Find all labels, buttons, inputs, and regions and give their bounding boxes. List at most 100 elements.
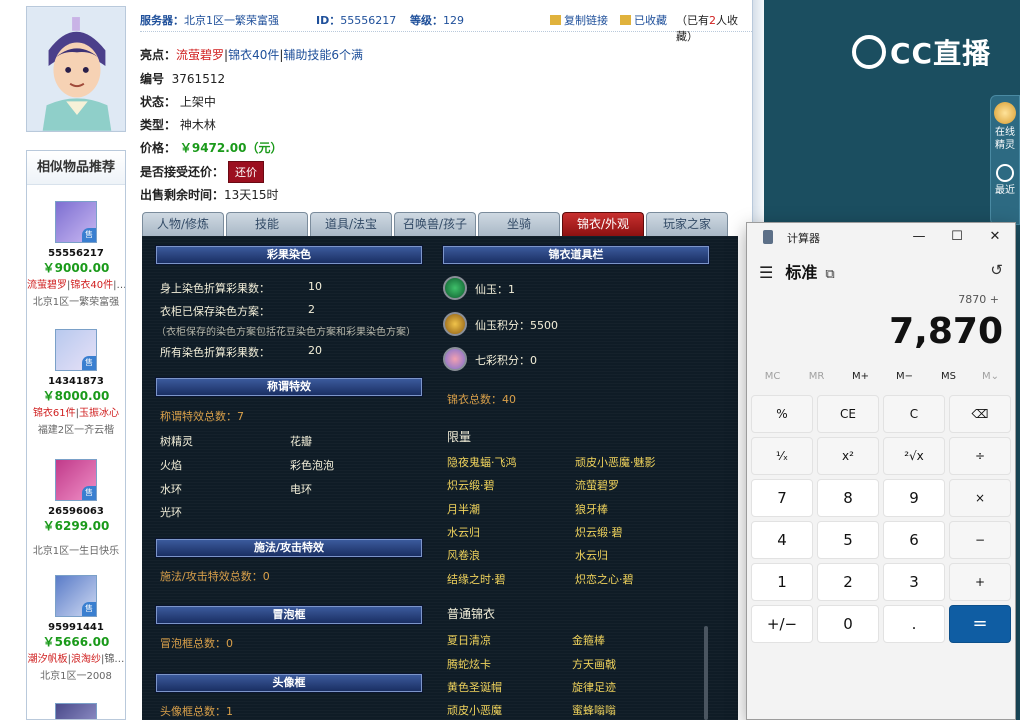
normal-outfit: 金箍棒 (572, 634, 605, 647)
digit-3-key[interactable]: 3 (883, 563, 945, 601)
digit-7-key[interactable]: 7 (751, 479, 813, 517)
digit-9-key[interactable]: 9 (883, 479, 945, 517)
keep-on-top-icon[interactable]: ⧉ (825, 267, 834, 282)
digit-6-key[interactable]: 6 (883, 521, 945, 559)
clock-icon[interactable] (996, 164, 1014, 182)
highlights-row: 亮点：流萤碧罗|锦衣40件|辅助技能6个满 (140, 48, 364, 62)
normal-outfit: 蜜蜂嗡嗡 (572, 704, 616, 717)
star-folder-icon (620, 15, 631, 25)
side-sprite-label[interactable]: 在线精灵 (993, 126, 1017, 152)
negate-key[interactable]: +/− (751, 605, 813, 643)
sprite-icon[interactable] (994, 102, 1016, 124)
dye-1-value: 10 (308, 280, 322, 293)
similar-item-price: ￥5666.00 (42, 635, 110, 649)
type-row: 类型： 神木林 (140, 118, 216, 132)
reciprocal-key[interactable]: ¹⁄ₓ (751, 437, 813, 475)
tab-summons[interactable]: 召唤兽/孩子 (394, 212, 476, 236)
calculator-title: 计算器 (787, 232, 820, 245)
digit-5-key[interactable]: 5 (817, 521, 879, 559)
digit-8-key[interactable]: 8 (817, 479, 879, 517)
memory-store-button[interactable]: MS (927, 371, 970, 382)
similar-item-price: ￥9000.00 (42, 261, 110, 275)
memory-clear-button[interactable]: MC (751, 371, 794, 382)
tab-outfits[interactable]: 锦衣/外观 (562, 212, 644, 236)
tab-items[interactable]: 道具/法宝 (310, 212, 392, 236)
character-avatar (26, 6, 126, 132)
level-info: 等级：129 (410, 14, 464, 27)
similar-item-thumbnail[interactable]: 售 (55, 459, 97, 501)
rainbow-icon (443, 347, 467, 371)
jade-count: 仙玉：1 (475, 283, 515, 296)
section-cast-effect-title: 施法/攻击特效 (156, 539, 422, 557)
sell-badge: 售 (82, 356, 96, 370)
calculator-window: 计算器 — ☐ ✕ ☰ 标准 ⧉ ↺ 7870 + 7,870 MC MR M+ M… (746, 222, 1016, 720)
backspace-key[interactable]: ⌫ (949, 395, 1011, 433)
digit-0-key[interactable]: 0 (817, 605, 879, 643)
menu-icon[interactable]: ☰ (759, 263, 773, 282)
avatar-frame-total: 头像框总数：1 (160, 705, 233, 718)
similar-item[interactable]: 售 14341873 ￥8000.00 锦衣61件|玉振冰心 福建2区一齐云楷 (27, 329, 125, 436)
minus-key[interactable]: − (949, 521, 1011, 559)
bargain-button[interactable]: 还价 (228, 161, 265, 183)
similar-item[interactable]: 售 26596063 ￥6299.00 北京1区一生日快乐 (27, 459, 125, 557)
digit-4-key[interactable]: 4 (751, 521, 813, 559)
similar-item-thumbnail[interactable]: 售 (55, 201, 97, 243)
similar-item-id: 95991441 (48, 622, 104, 633)
digit-2-key[interactable]: 2 (817, 563, 879, 601)
sell-badge: 售 (82, 602, 96, 616)
similar-item-tags: 潮汐帆板|浪淘纱|锦… (27, 654, 125, 665)
stream-side-toolbar[interactable]: 在线精灵 最近 (990, 95, 1020, 225)
limited-outfit: 隐夜鬼蝠·飞鸿 (447, 456, 517, 469)
plus-key[interactable]: + (949, 563, 1011, 601)
maximize-button[interactable]: ☐ (943, 227, 971, 247)
normal-outfit: 夏日清凉 (447, 634, 491, 647)
multiply-key[interactable]: × (949, 479, 1011, 517)
history-icon[interactable]: ↺ (990, 261, 1003, 279)
divide-key[interactable]: ÷ (949, 437, 1011, 475)
normal-outfit: 顽皮小恶魔 (447, 704, 502, 717)
tab-player-home[interactable]: 玩家之家 (646, 212, 728, 236)
square-key[interactable]: x² (817, 437, 879, 475)
favorite-button[interactable]: 已收藏 (620, 12, 667, 28)
clear-entry-key[interactable]: CE (817, 395, 879, 433)
percent-key[interactable]: % (751, 395, 813, 433)
bargain-row: 是否接受还价： 还价 (140, 161, 265, 183)
dye-3-value: 20 (308, 344, 322, 357)
memory-recall-button[interactable]: MR (795, 371, 838, 382)
similar-item-thumbnail[interactable]: 售 (55, 329, 97, 371)
similar-items-title: 相似物品推荐 (27, 151, 125, 185)
jade-points: 仙玉积分：5500 (475, 319, 558, 332)
tab-mounts[interactable]: 坐骑 (478, 212, 560, 236)
title-effect-item: 电环 (290, 483, 312, 496)
similar-item[interactable] (27, 703, 125, 719)
copy-link-button[interactable]: 复制链接 (550, 12, 608, 28)
memory-add-button[interactable]: M+ (839, 371, 882, 382)
title-effect-total: 称谓特效总数：7 (160, 410, 244, 423)
similar-item[interactable]: 售 95991441 ￥5666.00 潮汐帆板|浪淘纱|锦… 北京1区一200… (27, 575, 125, 682)
decimal-key[interactable]: . (883, 605, 945, 643)
tab-skills[interactable]: 技能 (226, 212, 308, 236)
side-recent-label[interactable]: 最近 (991, 184, 1019, 197)
title-effect-item: 水环 (160, 483, 182, 496)
minimize-button[interactable]: — (905, 227, 933, 247)
calculator-titlebar[interactable]: 计算器 — ☐ ✕ (747, 223, 1015, 251)
outfit-list-scrollbar[interactable] (704, 626, 708, 720)
section-dye-title: 彩果染色 (156, 246, 422, 264)
equals-key[interactable]: = (949, 605, 1011, 643)
limited-outfit: 流萤碧罗 (575, 479, 619, 492)
similar-item-thumbnail[interactable]: 售 (55, 575, 97, 617)
similar-item[interactable]: 售 55556217 ￥9000.00 流萤碧罗|锦衣40件|… 北京1区一繁荣… (27, 201, 125, 308)
normal-outfit: 方天画戟 (572, 658, 616, 671)
square-root-key[interactable]: ²√x (883, 437, 945, 475)
memory-list-button[interactable]: M⌄ (969, 371, 1012, 382)
close-button[interactable]: ✕ (981, 227, 1009, 247)
similar-item-thumbnail[interactable] (55, 703, 97, 719)
similar-item-id: 14341873 (48, 376, 104, 387)
memory-subtract-button[interactable]: M− (883, 371, 926, 382)
tab-character[interactable]: 人物/修炼 (142, 212, 224, 236)
clear-key[interactable]: C (883, 395, 945, 433)
digit-1-key[interactable]: 1 (751, 563, 813, 601)
item-info-header: 服务器：北京1区一繁荣富强 ID：55556217 等级：129 复制链接 已收… (140, 8, 752, 43)
limited-outfit: 炽恋之心·碧 (575, 573, 634, 586)
similar-item-id: 26596063 (48, 506, 104, 517)
